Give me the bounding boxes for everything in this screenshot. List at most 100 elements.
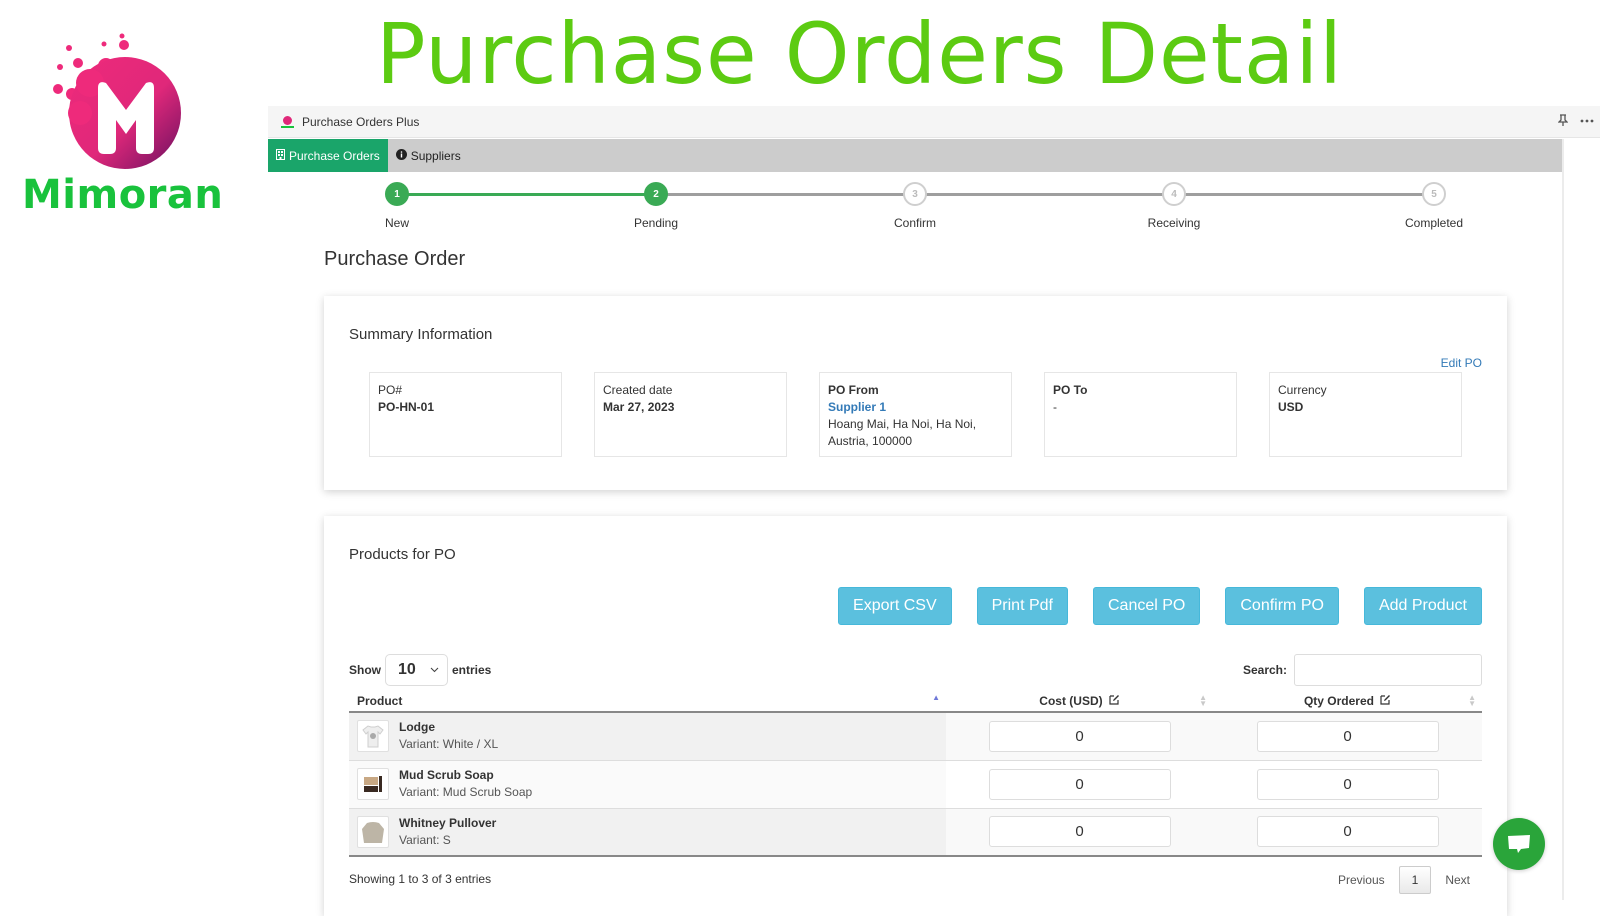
- sort-both-icon: ▲ ▼: [1199, 693, 1207, 708]
- sort-both-icon: ▲ ▼: [1468, 693, 1476, 708]
- entries-length: Show 10 entries: [349, 654, 491, 686]
- nav-tab-label: Purchase Orders: [289, 148, 380, 163]
- qty-input[interactable]: [1256, 720, 1439, 752]
- summary-card: Summary Information Edit PO PO# PO-HN-01…: [324, 296, 1507, 490]
- product-thumbnail-tshirt: [357, 720, 389, 753]
- confirm-po-button[interactable]: Confirm PO: [1225, 587, 1339, 625]
- qty-input[interactable]: [1256, 816, 1439, 848]
- edit-po-link[interactable]: Edit PO: [1441, 356, 1482, 370]
- products-table: Product ▲ Cost (USD) ▲▼ Qty Ordered ▲▼: [349, 690, 1482, 857]
- print-pdf-button[interactable]: Print Pdf: [976, 587, 1068, 625]
- app-logo-icon: [280, 115, 294, 129]
- chat-icon: [1508, 835, 1530, 853]
- export-csv-button[interactable]: Export CSV: [838, 587, 952, 625]
- info-circle-icon: [395, 148, 407, 163]
- entries-select[interactable]: 10: [385, 654, 448, 686]
- app-window: Purchase Orders Plus Purchase Orders Sup…: [268, 106, 1600, 916]
- chevron-down-icon: [430, 665, 439, 676]
- cost-input[interactable]: [988, 768, 1171, 800]
- product-name: Whitney Pullover: [399, 815, 497, 830]
- logo-wordmark: Mimoran: [22, 172, 224, 218]
- add-product-button[interactable]: Add Product: [1363, 587, 1482, 625]
- more-icon[interactable]: [1580, 114, 1594, 130]
- scrollbar[interactable]: [1562, 139, 1564, 900]
- previous-page-button[interactable]: Previous: [1326, 867, 1397, 893]
- table-row: Lodge Variant: White / XL: [349, 712, 1482, 761]
- action-buttons: Export CSV Print Pdf Cancel PO Confirm P…: [838, 587, 1482, 625]
- step-circle-confirm: 3: [903, 182, 927, 206]
- po-from-box: PO From Supplier 1 Hoang Mai, Ha Noi, Ha…: [819, 372, 1012, 457]
- column-header-product[interactable]: Product ▲: [349, 690, 946, 713]
- step-circle-completed: 5: [1422, 182, 1446, 206]
- po-number-value: PO-HN-01: [378, 400, 435, 414]
- cancel-po-button[interactable]: Cancel PO: [1092, 587, 1201, 625]
- step-label-new: New: [384, 216, 410, 230]
- currency-box: Currency USD: [1269, 372, 1462, 457]
- product-name: Mud Scrub Soap: [399, 768, 494, 782]
- created-date-label: Created date: [603, 383, 673, 397]
- cost-input[interactable]: [988, 720, 1171, 752]
- summary-title: Summary Information: [349, 326, 493, 343]
- pagination: Previous 1 Next: [1326, 866, 1482, 894]
- nav-tab-label: Suppliers: [410, 148, 461, 163]
- table-search: Search:: [1243, 654, 1482, 686]
- nav-tab-suppliers[interactable]: Suppliers: [388, 139, 469, 172]
- step-connector: [656, 193, 915, 196]
- supplier-link[interactable]: Supplier 1: [828, 399, 1003, 416]
- currency-value: USD: [1278, 400, 1304, 414]
- cost-input[interactable]: [988, 816, 1171, 848]
- app-title: Purchase Orders Plus: [302, 114, 420, 129]
- product-thumbnail-sweater: [357, 815, 389, 848]
- po-to-box: PO To -: [1044, 372, 1237, 457]
- supplier-address-line1: Hoang Mai, Ha Noi, Ha Noi,: [828, 417, 977, 431]
- created-date-box: Created date Mar 27, 2023: [594, 372, 787, 457]
- product-variant: Variant: S: [399, 832, 451, 847]
- chat-widget-button[interactable]: [1493, 818, 1545, 870]
- pin-icon[interactable]: [1557, 114, 1569, 130]
- step-circle-pending: 2: [644, 182, 668, 206]
- created-date-value: Mar 27, 2023: [603, 400, 675, 414]
- nav-tab-purchase-orders[interactable]: Purchase Orders: [268, 139, 388, 172]
- column-header-qty[interactable]: Qty Ordered ▲ ▼: [1213, 690, 1482, 713]
- next-page-button[interactable]: Next: [1433, 867, 1482, 893]
- product-variant: Variant: White / XL: [399, 737, 499, 752]
- po-to-value: -: [1053, 400, 1057, 414]
- entries-label: entries: [452, 663, 492, 677]
- column-header-cost[interactable]: Cost (USD) ▲ ▼: [946, 690, 1213, 713]
- entries-select-value: 10: [398, 661, 416, 678]
- supplier-address-line2: Austria, 100000: [828, 434, 913, 448]
- building-icon: [276, 148, 285, 163]
- po-to-label: PO To: [1053, 383, 1088, 397]
- qty-input[interactable]: [1256, 768, 1439, 800]
- app-titlebar: Purchase Orders Plus: [268, 106, 1600, 138]
- po-number-label: PO#: [378, 383, 403, 397]
- edit-icon: [1106, 694, 1120, 708]
- step-connector: [915, 193, 1174, 196]
- product-thumbnail-soap: [357, 768, 389, 800]
- table-row: Whitney Pullover Variant: S: [349, 808, 1482, 857]
- table-info: Showing 1 to 3 of 3 entries: [349, 872, 492, 886]
- step-connector: [1174, 193, 1434, 196]
- sort-asc-icon: ▲: [932, 693, 940, 702]
- edit-icon: [1377, 694, 1391, 708]
- po-from-label: PO From: [828, 383, 879, 397]
- currency-label: Currency: [1278, 383, 1327, 397]
- hero-title: Purchase Orders Detail: [376, 5, 1344, 103]
- step-label-pending: Pending: [633, 216, 679, 230]
- product-name: Lodge: [399, 720, 435, 735]
- step-circle-new: 1: [385, 182, 409, 206]
- main-nav: Purchase Orders Suppliers: [268, 139, 1564, 172]
- step-label-receiving: Receiving: [1147, 216, 1201, 230]
- logo-mark-icon: [53, 33, 181, 169]
- table-row: Mud Scrub Soap Variant: Mud Scrub Soap: [349, 760, 1482, 809]
- products-title: Products for PO: [349, 546, 456, 563]
- show-label: Show: [349, 663, 381, 677]
- page-1-button[interactable]: 1: [1398, 866, 1432, 894]
- page-title: Purchase Order: [324, 248, 466, 270]
- status-stepper: 1 2 3 4 5 New Pending Confirm Receiving …: [268, 178, 1564, 238]
- product-variant: Variant: Mud Scrub Soap: [399, 785, 533, 799]
- step-circle-receiving: 4: [1162, 182, 1186, 206]
- search-label: Search:: [1242, 663, 1287, 677]
- search-input[interactable]: [1294, 654, 1482, 686]
- step-connector: [397, 193, 656, 196]
